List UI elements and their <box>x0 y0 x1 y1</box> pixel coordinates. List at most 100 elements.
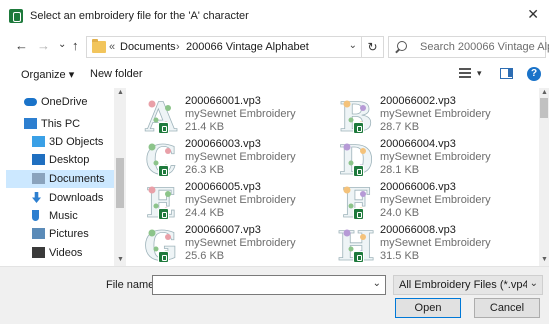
recent-locations-icon[interactable]: ⌄ <box>58 37 66 53</box>
up-folder-icon[interactable]: ↑ <box>72 38 79 54</box>
navigation-pane: OneDrive This PC 3D Objects Desktop Document… <box>0 88 128 266</box>
lock-icon <box>353 122 364 134</box>
file-app: mySewnet Embroidery <box>185 194 296 206</box>
download-icon <box>32 192 41 203</box>
sidebar-item-this-pc[interactable]: This PC <box>6 115 116 133</box>
pictures-icon <box>32 228 45 239</box>
command-bar: Organize ▾ New folder ▾ ? <box>0 60 549 88</box>
file-list-scroll-thumb[interactable] <box>540 98 548 118</box>
file-app: mySewnet Embroidery <box>380 237 491 249</box>
chevron-down-icon[interactable]: ⌄ <box>373 278 381 289</box>
lock-icon <box>353 208 364 220</box>
file-name: 200066007.vp3 <box>185 224 261 236</box>
window-title: Select an embroidery file for the 'A' ch… <box>30 10 249 22</box>
file-item[interactable]: E 200066005.vp3 mySewnet Embroidery 24.4 KB <box>128 180 323 228</box>
sidebar-scroll-thumb[interactable] <box>116 158 124 208</box>
file-item[interactable]: B 200066002.vp3 mySewnet Embroidery 28.7 KB <box>323 94 518 142</box>
sidebar-item-videos[interactable]: Videos <box>6 244 116 262</box>
file-item[interactable]: G 200066007.vp3 mySewnet Embroidery 25.6 KB <box>128 223 323 266</box>
help-icon[interactable]: ? <box>527 67 541 81</box>
refresh-icon[interactable]: ↻ <box>362 36 384 58</box>
sidebar-item-documents[interactable]: Documents <box>6 170 116 188</box>
scroll-down-icon[interactable]: ▼ <box>541 256 548 263</box>
file-list: A 200066001.vp3 mySewnet Embroidery 21.4 KB… <box>128 88 539 266</box>
title-bar: Select an embroidery file for the 'A' ch… <box>0 0 549 34</box>
sidebar-item-music[interactable]: Music <box>6 207 116 225</box>
file-item[interactable]: A 200066001.vp3 mySewnet Embroidery 21.4 KB <box>128 94 323 142</box>
file-item[interactable]: D 200066004.vp3 mySewnet Embroidery 28.1 KB <box>323 137 518 185</box>
file-name: 200066006.vp3 <box>380 181 456 193</box>
file-size: 21.4 KB <box>185 121 225 133</box>
search-placeholder: Search 200066 Vintage Alpha... <box>420 41 549 53</box>
file-size: 28.7 KB <box>380 121 420 133</box>
cube-icon <box>32 136 45 147</box>
file-item[interactable]: H 200066008.vp3 mySewnet Embroidery 31.5 KB <box>323 223 518 266</box>
lock-icon <box>158 208 169 220</box>
file-size: 31.5 KB <box>380 250 420 262</box>
sidebar-item-label: 3D Objects <box>49 136 104 148</box>
file-size: 26.3 KB <box>185 164 225 176</box>
file-name: 200066001.vp3 <box>185 95 261 107</box>
sidebar-item-label: Pictures <box>49 228 89 240</box>
search-box[interactable]: Search 200066 Vintage Alpha... <box>388 36 549 58</box>
file-name-input[interactable]: ⌄ <box>152 275 386 295</box>
file-name-label: File name: <box>106 279 158 291</box>
address-bar[interactable]: « Documents › 200066 Vintage Alphabet ⌄ <box>86 36 362 58</box>
file-list-scrollbar[interactable]: ▲ ▼ <box>539 88 549 266</box>
breadcrumb-documents[interactable]: Documents <box>120 41 176 53</box>
sidebar-item-desktop[interactable]: Desktop <box>6 151 116 169</box>
scroll-down-icon[interactable]: ▼ <box>117 256 124 263</box>
breadcrumb-separator: › <box>176 41 180 53</box>
view-options-icon[interactable] <box>459 68 471 79</box>
file-type-filter-value: All Embroidery Files (*.vp4;*.vp3 <box>399 279 527 291</box>
file-name: 200066003.vp3 <box>185 138 261 150</box>
file-name: 200066008.vp3 <box>380 224 456 236</box>
organize-button[interactable]: Organize ▾ <box>21 68 74 81</box>
view-dropdown-icon[interactable]: ▾ <box>477 68 482 79</box>
file-size: 28.1 KB <box>380 164 420 176</box>
search-icon <box>397 41 407 51</box>
file-type-filter[interactable]: All Embroidery Files (*.vp4;*.vp3 ⌄ <box>393 275 543 295</box>
file-name: 200066004.vp3 <box>380 138 456 150</box>
sidebar-item-label: Desktop <box>49 154 90 166</box>
breadcrumb-overflow[interactable]: « <box>109 41 115 53</box>
sidebar-item-label: Downloads <box>49 192 104 204</box>
back-icon[interactable]: ← <box>15 38 28 54</box>
file-item[interactable]: C 200066003.vp3 mySewnet Embroidery 26.3 KB <box>128 137 323 185</box>
sidebar-item-onedrive[interactable]: OneDrive <box>6 93 116 111</box>
navigation-bar: ← → ⌄ ↑ « Documents › 200066 Vintage Alp… <box>0 34 549 60</box>
file-app: mySewnet Embroidery <box>380 194 491 206</box>
close-icon[interactable]: ✕ <box>527 6 539 23</box>
scroll-up-icon[interactable]: ▲ <box>117 89 124 96</box>
file-size: 25.6 KB <box>185 250 225 262</box>
new-folder-button[interactable]: New folder <box>90 68 143 80</box>
breadcrumb-current-folder[interactable]: 200066 Vintage Alphabet <box>186 41 309 53</box>
cancel-button[interactable]: Cancel <box>474 298 540 318</box>
computer-icon <box>24 118 37 129</box>
lock-icon <box>353 165 364 177</box>
file-app: mySewnet Embroidery <box>185 237 296 249</box>
chevron-down-icon[interactable]: ⌄ <box>530 278 538 289</box>
preview-pane-icon[interactable] <box>500 68 513 79</box>
file-name: 200066002.vp3 <box>380 95 456 107</box>
sidebar-item-3d-objects[interactable]: 3D Objects <box>6 133 116 151</box>
sidebar-item-downloads[interactable]: Downloads <box>6 189 116 207</box>
open-button[interactable]: Open <box>395 298 461 318</box>
forward-icon[interactable]: → <box>37 38 50 54</box>
chevron-down-icon[interactable]: ⌄ <box>349 40 357 51</box>
sidebar-item-label: Documents <box>49 173 105 185</box>
lock-icon <box>158 165 169 177</box>
file-name: 200066005.vp3 <box>185 181 261 193</box>
file-item[interactable]: F 200066006.vp3 mySewnet Embroidery 24.0 KB <box>323 180 518 228</box>
file-app: mySewnet Embroidery <box>185 108 296 120</box>
scroll-up-icon[interactable]: ▲ <box>541 89 548 96</box>
sidebar-item-label: OneDrive <box>41 96 88 108</box>
sidebar-scrollbar[interactable]: ▲ ▼ <box>114 88 126 266</box>
sidebar-item-label: Videos <box>49 247 83 259</box>
file-app: mySewnet Embroidery <box>185 151 296 163</box>
file-app: mySewnet Embroidery <box>380 108 491 120</box>
app-icon <box>9 9 23 23</box>
sidebar-item-pictures[interactable]: Pictures <box>6 225 116 243</box>
desktop-icon <box>32 154 45 165</box>
file-app: mySewnet Embroidery <box>380 151 491 163</box>
